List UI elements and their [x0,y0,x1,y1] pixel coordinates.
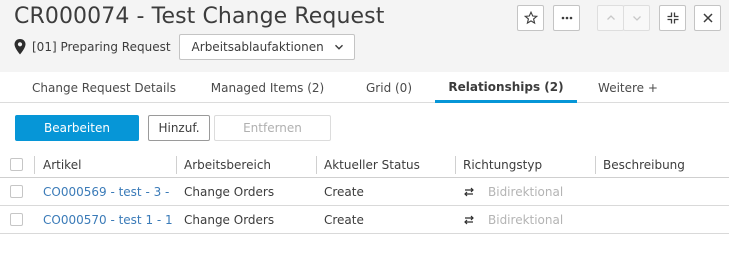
tab-change-request-details[interactable]: Change Request Details [23,73,185,103]
next-item-button[interactable] [623,5,650,31]
state-line: [01] Preparing Request Arbeitsablaufakti… [14,34,355,60]
bidirectional-arrows-icon [464,215,474,224]
column-divider [176,156,177,174]
column-divider [455,156,456,174]
more-options-button[interactable] [553,5,580,31]
workflow-state: [01] Preparing Request [32,40,171,54]
previous-item-button[interactable] [597,5,624,31]
next-item-icon [632,16,641,21]
remove-button[interactable]: Entfernen [214,115,331,141]
status-cell: Create [324,212,364,227]
select-all-cell [0,152,30,177]
beschreibung-cell [603,178,723,205]
column-divider [34,156,35,174]
richtungstyp-value: Bidirektional [488,212,564,227]
add-button[interactable]: Hinzuf. [148,115,210,141]
column-header-status[interactable]: Aktueller Status [324,152,452,177]
location-pin-icon [14,39,26,55]
column-header-arbeitsbereich[interactable]: Arbeitsbereich [184,152,314,177]
tab-bar: Change Request Details Managed Items (2)… [0,73,729,103]
arbeitsbereich-cell: Change Orders [184,184,275,199]
collapse-button[interactable] [659,5,686,31]
richtungstyp-value: Bidirektional [488,184,564,199]
tab-relationships[interactable]: Relationships (2) [435,73,577,103]
table-row[interactable]: CO000570 - test 1 - 1 -... Change Orders… [0,206,729,234]
column-header-richtungstyp[interactable]: Richtungstyp [463,152,591,177]
status-cell: Create [324,184,364,199]
column-header-beschreibung[interactable]: Beschreibung [603,152,723,177]
favorite-star-icon [523,11,538,25]
arbeitsbereich-cell: Change Orders [184,212,275,227]
artikel-link[interactable]: CO000570 - test 1 - 1 -... [43,206,173,233]
column-divider [595,156,596,174]
select-all-checkbox[interactable] [10,158,23,171]
workflow-actions-label: Arbeitsablaufaktionen [191,40,324,54]
edit-button[interactable]: Bearbeiten [15,115,139,141]
column-divider [316,156,317,174]
row-select-cell [0,206,30,233]
richtungstyp-cell: Bidirektional [463,178,591,205]
previous-item-icon [606,15,615,20]
tab-more[interactable]: Weitere + [590,73,666,103]
row-select-cell [0,178,30,205]
chevron-down-icon [334,44,343,50]
column-header-artikel[interactable]: Artikel [43,152,173,177]
page-title: CR000074 - Test Change Request [14,4,385,29]
tab-grid[interactable]: Grid (0) [350,73,428,103]
table-header: Artikel Arbeitsbereich Aktueller Status … [0,152,729,178]
beschreibung-cell [603,206,723,233]
more-options-icon [561,16,572,20]
collapse-icon [667,12,678,24]
favorite-button[interactable] [517,5,544,31]
close-button[interactable] [694,5,721,31]
row-checkbox[interactable] [10,185,23,198]
bidirectional-arrows-icon [464,187,474,196]
item-header: CR000074 - Test Change Request [01] Prep… [0,0,729,72]
close-icon [702,13,713,23]
artikel-link[interactable]: CO000569 - test - 3 - ... [43,178,173,205]
tab-managed-items[interactable]: Managed Items (2) [200,73,335,103]
relationships-toolbar: Bearbeiten Hinzuf. Entfernen [0,114,729,142]
table-row[interactable]: CO000569 - test - 3 - ... Change Orders … [0,178,729,206]
workflow-actions-dropdown[interactable]: Arbeitsablaufaktionen [178,34,355,60]
richtungstyp-cell: Bidirektional [463,206,591,233]
row-checkbox[interactable] [10,213,23,226]
relationships-table: Artikel Arbeitsbereich Aktueller Status … [0,152,729,234]
